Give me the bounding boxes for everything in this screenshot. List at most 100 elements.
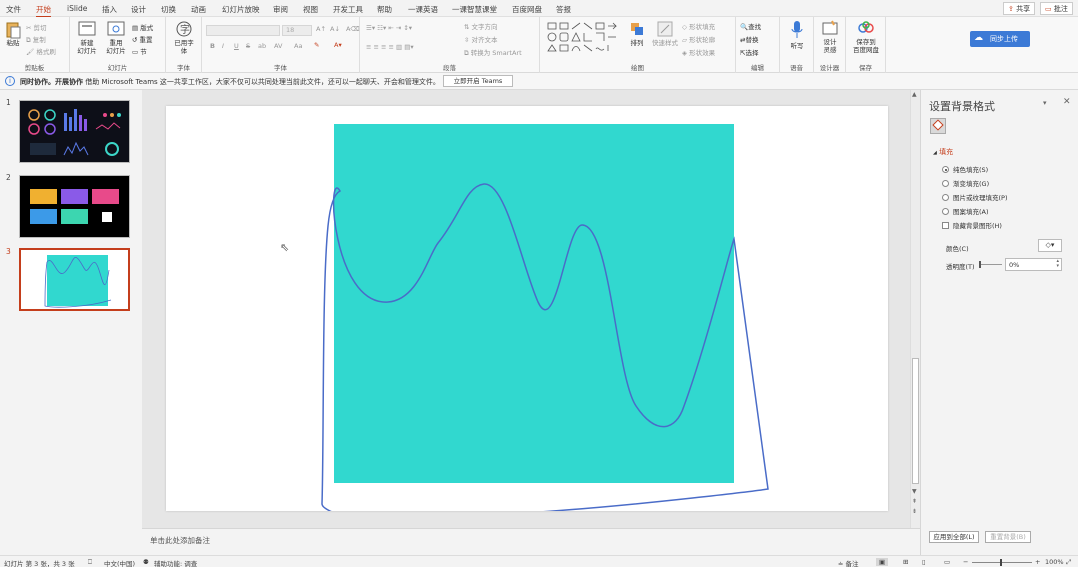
apply-to-all-button[interactable]: 应用到全部(L) [929,531,979,543]
zoom-level[interactable]: 100% [1045,558,1064,566]
slide-thumbnail-1[interactable] [19,100,130,163]
transparency-input[interactable]: 0% ▴ ▾ [1005,258,1062,271]
teal-rectangle-shape[interactable] [334,124,734,483]
slide-thumbnail-2[interactable] [19,175,130,238]
tab-insert[interactable]: 插入 [102,4,117,15]
hide-background-graphics-checkbox[interactable]: 隐藏背景图形(H) [942,220,1002,230]
color-picker-button[interactable]: ◇▾ [1038,239,1062,252]
reuse-slides-button[interactable]: 重用 幻灯片 [103,21,129,55]
shrink-font-icon[interactable]: A↓ [330,25,340,33]
font-size-combo[interactable]: 18 [282,25,312,36]
replace-button[interactable]: ⇄替换 [740,34,758,44]
shapes-gallery-icon[interactable] [546,21,618,55]
dictate-button[interactable]: 听写 [784,20,810,50]
change-case-button[interactable]: Aa [294,42,302,50]
used-fonts-button[interactable]: 字 已用字 体 [171,21,197,55]
tab-yike-english[interactable]: 一课英语 [408,4,438,15]
cut-button[interactable]: ✂ 剪切 [26,22,47,32]
align-icons[interactable]: ≡ ≡ ≡ ≡ ▥ ▤▾ [366,43,414,51]
strike-button[interactable]: S [246,42,250,50]
highlight-icon[interactable]: ✎ [314,41,319,49]
underline-button[interactable]: U [234,42,239,50]
sync-upload-button[interactable]: ☁ 同步上传 [970,31,1030,47]
new-slide-button[interactable]: 新建 幻灯片 [74,21,100,55]
share-button[interactable]: ⇪ 共享 [1003,2,1036,15]
tab-baidu-netdisk[interactable]: 百度网盘 [512,4,542,15]
tab-transitions[interactable]: 切换 [161,4,176,15]
slider-thumb[interactable] [979,261,981,268]
previous-slide-icon[interactable]: ⇞ [912,498,917,505]
notes-placeholder[interactable]: 单击此处添加备注 [150,535,210,546]
shape-outline-button[interactable]: ▱ 形状轮廓 [682,34,715,44]
layout-button[interactable]: ▤ 版式 [132,22,153,32]
slide-sorter-icon[interactable]: ⊞ [903,558,908,566]
picture-fill-radio[interactable]: 图片或纹理填充(P) [942,192,1008,202]
clear-format-icon[interactable]: A⌫ [346,25,360,33]
section-button[interactable]: ▭ 节 [132,46,147,56]
reset-button[interactable]: ↺ 重置 [132,34,153,44]
smartart-button[interactable]: ⧉ 转换为 SmartArt [464,47,522,58]
accessibility-icon[interactable]: ⚉ [143,558,149,566]
scroll-down-arrow[interactable]: ▼ [912,488,917,495]
bold-button[interactable]: B [210,42,215,50]
scroll-thumb[interactable] [912,358,919,484]
spellcheck-icon[interactable]: ⎕ [88,558,92,567]
fill-section-header[interactable]: ◢ 填充 [933,147,953,157]
transparency-slider[interactable] [979,261,1002,268]
align-text-button[interactable]: ⇳ 对齐文本 [464,34,498,44]
zoom-slider[interactable] [972,559,1032,566]
notes-pane[interactable]: 单击此处添加备注 [142,528,920,555]
tab-help[interactable]: 帮助 [377,4,392,15]
font-color-icon[interactable]: A▾ [334,41,342,49]
open-teams-button[interactable]: 立即开启 Teams [443,75,513,87]
spinner-icon[interactable]: ▴ ▾ [1056,259,1059,269]
shape-effects-button[interactable]: ◈ 形状效果 [682,47,715,57]
gradient-fill-radio[interactable]: 渐变填充(G) [942,178,989,188]
tab-islide[interactable]: iSlide [67,4,87,13]
tab-review[interactable]: 审阅 [273,4,288,15]
font-family-combo[interactable] [206,25,280,36]
select-button[interactable]: ⇱选择 [740,47,758,57]
char-spacing-button[interactable]: AV [274,42,282,50]
format-painter-button[interactable]: 🖌 格式刷 [26,46,56,56]
close-icon[interactable]: ✕ [1063,97,1071,107]
tab-design[interactable]: 设计 [131,4,146,15]
zoom-in-icon[interactable]: + [1035,558,1040,566]
tab-answer-report[interactable]: 答报 [556,4,571,15]
zoom-out-icon[interactable]: − [963,558,968,566]
normal-view-icon[interactable]: ▣ [876,558,889,566]
grow-font-icon[interactable]: A↑ [316,25,326,33]
italic-button[interactable]: I [222,42,224,50]
comments-button[interactable]: ▭ 批注 [1040,2,1073,15]
zoom-slider-thumb[interactable] [1000,559,1002,566]
shadow-button[interactable]: ab [258,42,266,50]
text-direction-button[interactable]: ⇅ 文字方向 [464,21,498,31]
shape-fill-button[interactable]: ◇ 形状填充 [682,21,715,31]
paste-button[interactable]: 粘贴 [3,21,23,47]
tab-slideshow[interactable]: 幻灯片放映 [222,4,260,15]
reading-view-icon[interactable]: ▯ [922,558,926,566]
fit-slide-icon[interactable]: ⤢ [1066,558,1071,567]
tab-animations[interactable]: 动画 [191,4,206,15]
save-to-baidu-button[interactable]: 保存到 百度网盘 [848,20,884,54]
language-indicator[interactable]: 中文(中国) [104,558,135,567]
pane-options-icon[interactable]: ▾ [1043,99,1047,107]
design-ideas-button[interactable]: 设计 灵感 [817,20,843,54]
solid-fill-radio[interactable]: 纯色填充(S) [942,164,988,174]
next-slide-icon[interactable]: ⇟ [912,508,917,515]
reset-background-button[interactable]: 重置背景(B) [985,531,1031,543]
current-slide[interactable]: ⇖ [166,106,888,521]
tab-home[interactable]: 开始 [36,4,51,18]
tab-yike-classroom[interactable]: 一课智慧课堂 [452,4,497,15]
pattern-fill-radio[interactable]: 图案填充(A) [942,206,989,216]
find-button[interactable]: 🔍查找 [740,21,761,31]
notes-toggle[interactable]: ≐ 备注 [838,558,859,567]
accessibility-status[interactable]: 辅助功能: 调查 [154,558,197,567]
slideshow-icon[interactable]: ▭ [944,558,950,566]
quick-styles-button[interactable]: 快速样式 [650,21,680,47]
slide-thumbnail-3[interactable] [19,248,130,311]
scroll-up-arrow[interactable]: ▲ [912,91,917,98]
tab-file[interactable]: 文件 [6,4,21,15]
fill-tab-icon[interactable] [930,118,946,134]
vertical-scrollbar[interactable]: ▲ ▼ ⇞ ⇟ [910,90,920,528]
